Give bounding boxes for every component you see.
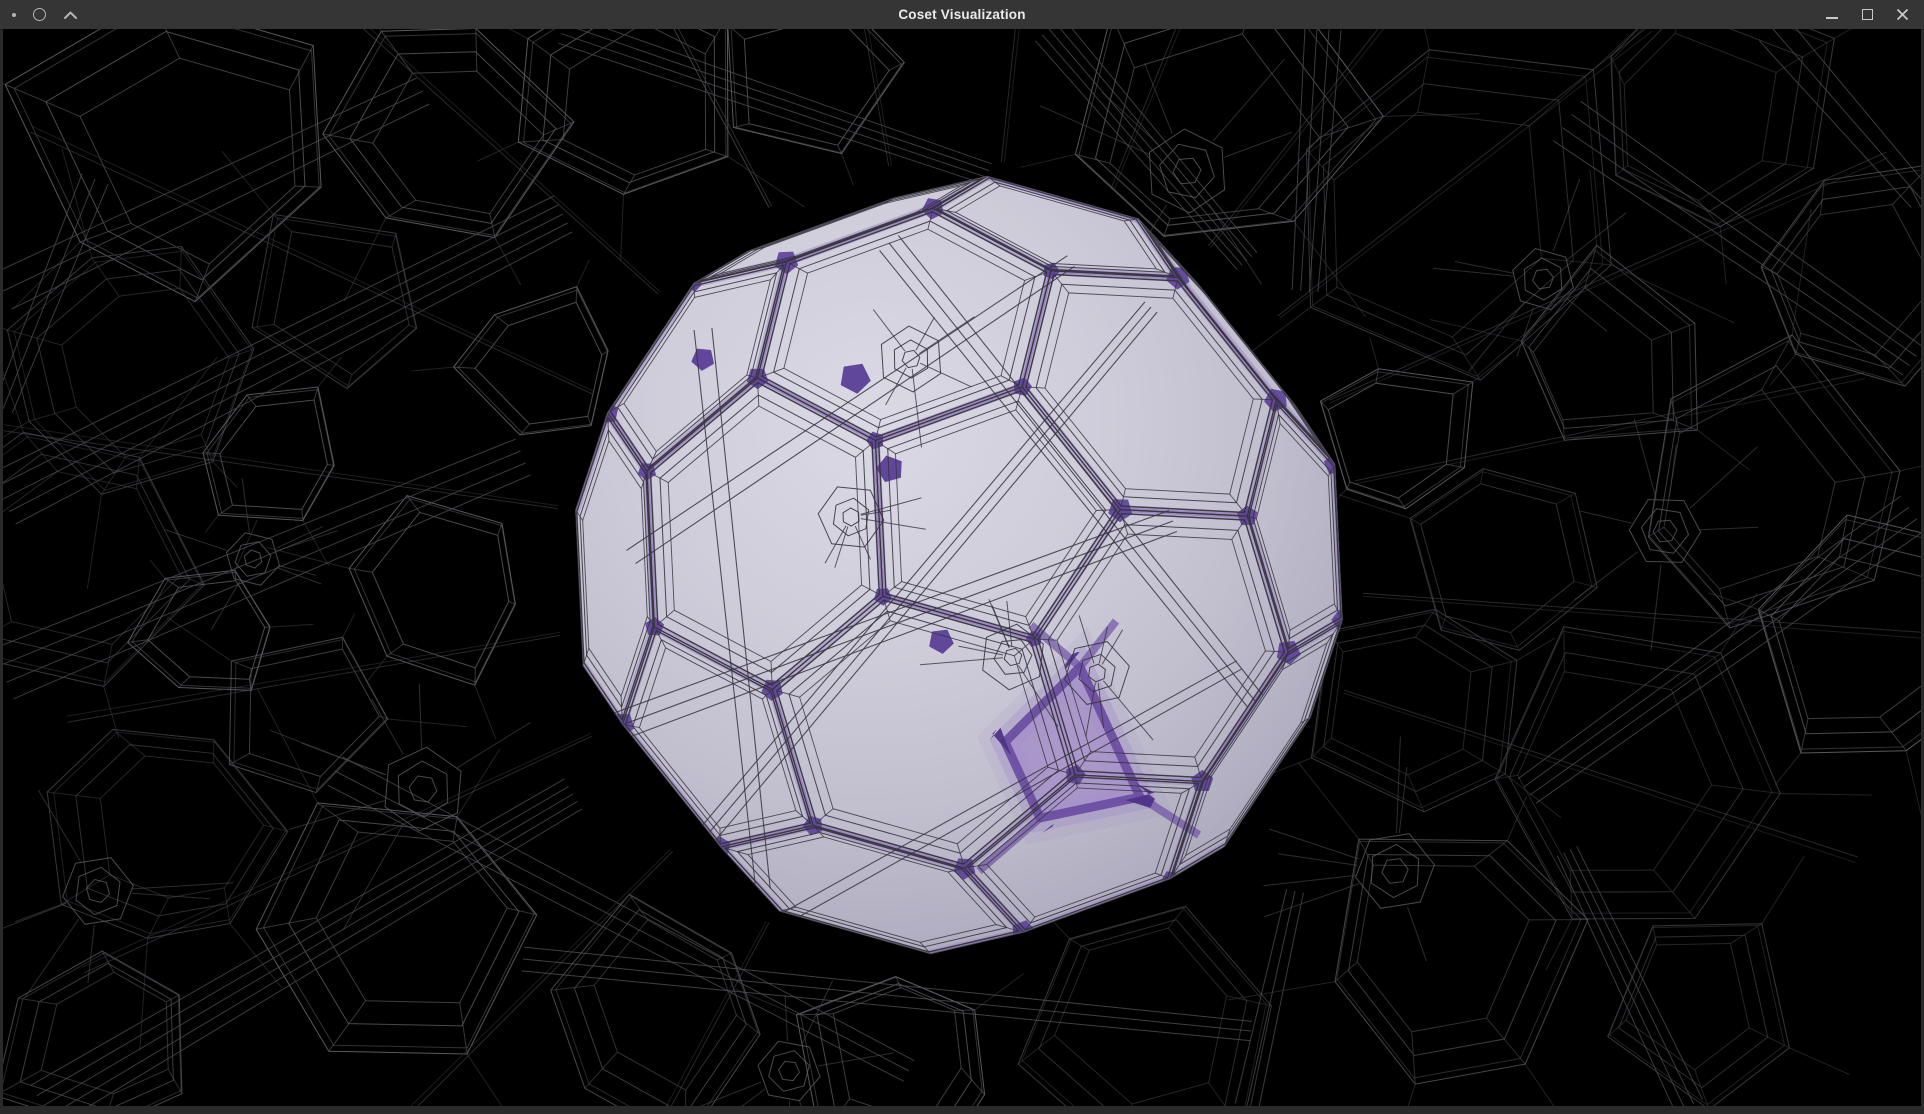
close-button[interactable] xyxy=(1894,7,1910,23)
circle-icon[interactable] xyxy=(33,8,46,21)
maximize-button[interactable] xyxy=(1859,7,1875,23)
viewport-3d[interactable] xyxy=(3,29,1921,1106)
maximize-icon xyxy=(1862,9,1873,20)
window-title: Coset Visualization xyxy=(898,7,1025,22)
app-window: Coset Visualization xyxy=(0,0,1924,1114)
minimize-icon xyxy=(1826,17,1838,19)
menu-dot-icon[interactable] xyxy=(12,13,16,17)
titlebar-controls xyxy=(1824,0,1910,29)
minimize-button[interactable] xyxy=(1824,7,1840,23)
titlebar: Coset Visualization xyxy=(0,0,1924,30)
close-icon xyxy=(1896,8,1909,21)
titlebar-left-icons xyxy=(12,0,78,29)
chevron-up-icon[interactable] xyxy=(63,10,78,20)
